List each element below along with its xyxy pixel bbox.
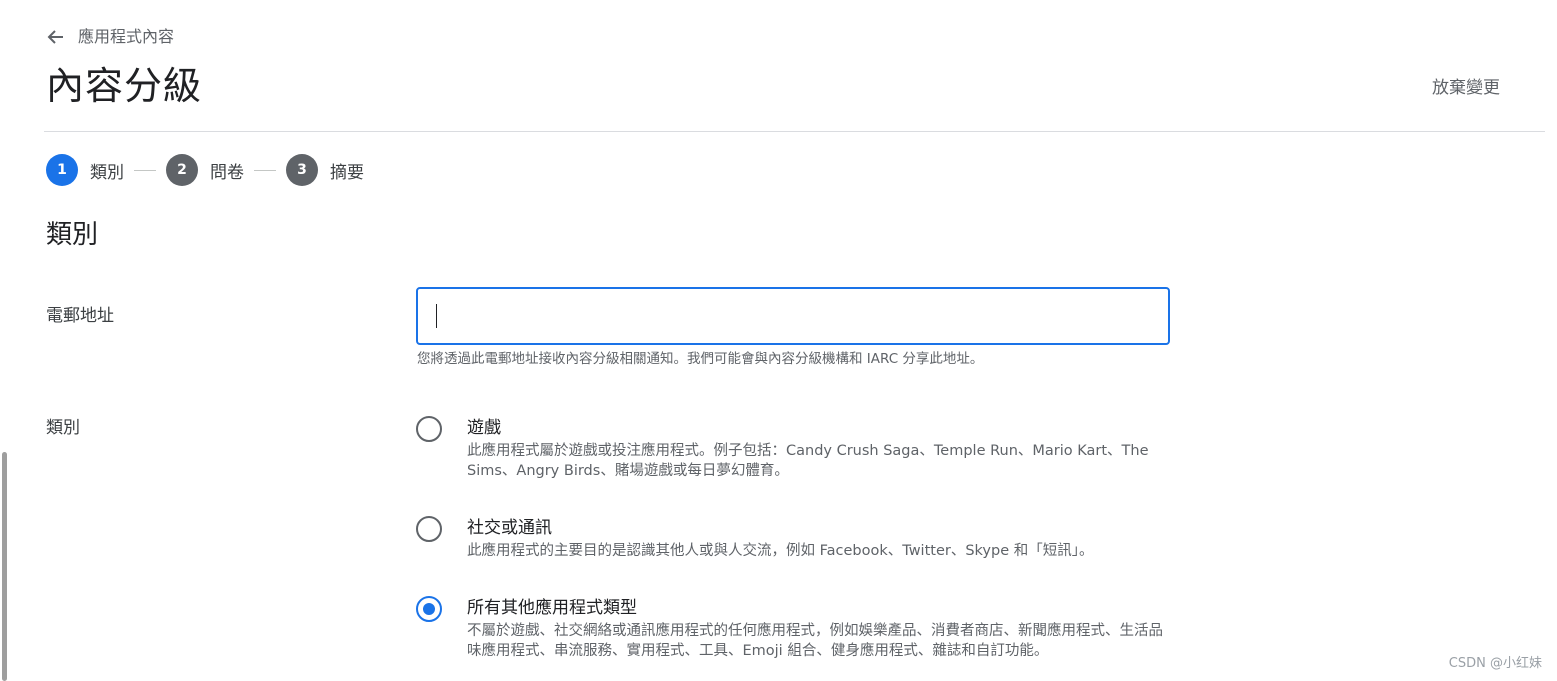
text-caret [436,304,437,328]
back-link-label: 應用程式內容 [78,27,175,46]
step-questionnaire[interactable]: 2 問卷 [166,154,244,186]
content-rating-page: 應用程式內容 內容分級 放棄變更 1 類別 2 問卷 3 摘要 類別 電郵地址 … [0,0,1557,681]
page-title: 內容分級 [46,64,203,108]
step-number: 1 [46,154,78,186]
step-number: 2 [166,154,198,186]
watermark: CSDN @小红妹 [1448,656,1542,671]
arrow-left-icon [46,27,66,47]
email-helper-text: 您將透過此電郵地址接收內容分級相關通知。我們可能會與內容分級機構和 IARC 分… [417,351,984,367]
option-description: 此應用程式屬於遊戲或投注應用程式。例子包括：Candy Crush Saga、T… [467,443,1149,479]
email-label: 電郵地址 [46,306,114,326]
radio-button[interactable] [416,516,442,542]
step-connector [254,169,276,171]
option-title: 社交或通訊 [467,518,552,538]
step-label: 摘要 [330,162,364,183]
category-option-game[interactable]: 遊戲 此應用程式屬於遊戲或投注應用程式。例子包括：Candy Crush Sag… [416,416,1176,486]
option-title: 所有其他應用程式類型 [467,598,637,618]
radio-button-selected[interactable] [416,596,442,622]
discard-changes-button[interactable]: 放棄變更 [1432,76,1500,100]
category-option-social[interactable]: 社交或通訊 此應用程式的主要目的是認識其他人或與人交流，例如 Facebook、… [416,516,1176,566]
back-link[interactable]: 應用程式內容 [46,26,174,48]
header-divider [44,131,1545,132]
option-description: 不屬於遊戲、社交網絡或通訊應用程式的任何應用程式，例如娛樂產品、消費者商店、新聞… [467,623,1163,659]
section-title: 類別 [46,220,99,250]
email-field[interactable] [416,287,1170,345]
radio-button[interactable] [416,416,442,442]
option-title: 遊戲 [467,418,501,438]
step-connector [134,169,156,171]
step-label: 問卷 [210,162,244,183]
category-label: 類別 [46,418,80,438]
scrollbar[interactable] [2,452,7,681]
step-label: 類別 [90,162,124,183]
step-number: 3 [286,154,318,186]
step-summary[interactable]: 3 摘要 [286,154,364,186]
step-category[interactable]: 1 類別 [46,154,124,186]
category-option-other[interactable]: 所有其他應用程式類型 不屬於遊戲、社交網絡或通訊應用程式的任何應用程式，例如娛樂… [416,596,1176,666]
radio-dot [423,603,435,615]
option-description: 此應用程式的主要目的是認識其他人或與人交流，例如 Facebook、Twitte… [467,543,1094,559]
stepper: 1 類別 2 問卷 3 摘要 [46,154,364,186]
